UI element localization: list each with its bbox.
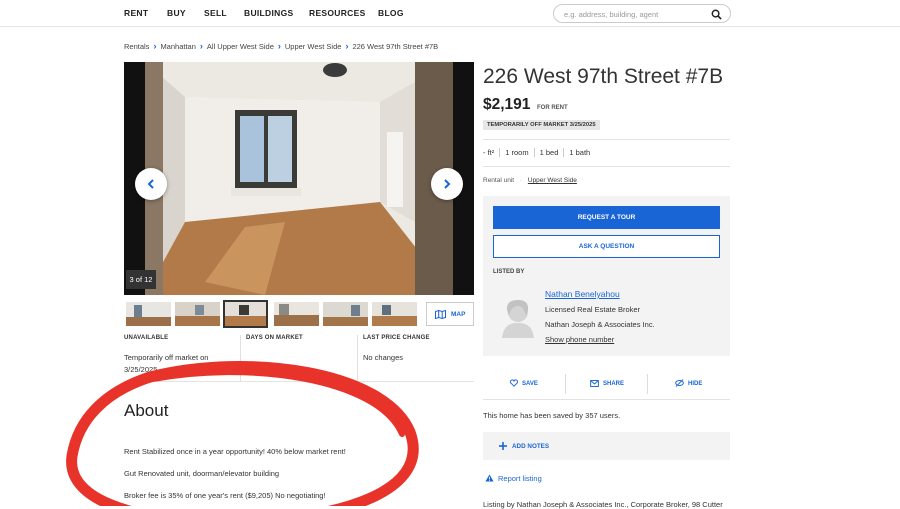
breadcrumb-separator-icon: › — [345, 41, 349, 51]
action-bar: SAVE SHARE HIDE — [483, 370, 730, 398]
map-button-label: MAP — [451, 311, 466, 318]
agent-name-link[interactable]: Nathan Benelyahou — [545, 289, 620, 299]
unit-type: Rental unit — [483, 177, 515, 184]
nav-sell[interactable]: SELL — [204, 8, 227, 18]
about-line: Rent Stabilized once in a year opportuni… — [124, 447, 346, 456]
fact-unavailable: UNAVAILABLE Temporarily off market on 3/… — [124, 335, 239, 381]
divider — [483, 399, 730, 400]
save-label: SAVE — [522, 381, 538, 387]
photo-gallery — [124, 62, 474, 295]
fact-unavailable-value: Temporarily off market on 3/25/2025 — [124, 353, 209, 374]
divider — [565, 374, 566, 394]
report-listing-label: Report listing — [498, 474, 542, 483]
add-notes-label: ADD NOTES — [512, 443, 550, 450]
about-line: Broker fee is 35% of one year's rent ($9… — [124, 491, 326, 500]
save-button[interactable]: SAVE — [509, 370, 538, 398]
spec-beds: 1 bed — [533, 148, 564, 157]
hide-button[interactable]: HIDE — [675, 370, 702, 398]
price-suffix: FOR RENT — [537, 105, 568, 111]
divider — [357, 335, 358, 381]
divider — [483, 139, 730, 140]
share-button[interactable]: SHARE — [590, 370, 624, 398]
thumbnail-active[interactable] — [223, 300, 268, 328]
unit-type-line: Rental unit · Upper West Side — [483, 177, 577, 184]
share-label: SHARE — [603, 381, 625, 387]
thumbnail[interactable] — [323, 302, 368, 326]
status-badge: TEMPORARILY OFF MARKET 3/25/2025 — [483, 120, 600, 130]
request-tour-button[interactable]: REQUEST A TOUR — [493, 206, 720, 229]
warning-icon — [485, 474, 494, 482]
thumbnail[interactable] — [126, 302, 171, 326]
divider — [240, 335, 241, 381]
search-box — [553, 4, 731, 23]
about-heading: About — [124, 401, 169, 420]
breadcrumb-all-uws[interactable]: All Upper West Side — [207, 42, 274, 51]
spec-rooms: 1 room — [499, 148, 534, 157]
search-icon[interactable] — [711, 9, 722, 20]
top-nav: RENT BUY SELL BUILDINGS RESOURCES BLOG — [0, 0, 900, 27]
nav-rent[interactable]: RENT — [124, 8, 148, 18]
add-notes-button[interactable]: ADD NOTES — [483, 432, 730, 460]
thumbnail[interactable] — [175, 302, 220, 326]
gallery-next-button[interactable] — [431, 168, 463, 200]
show-phone-link[interactable]: Show phone number — [545, 335, 614, 344]
hide-icon — [675, 379, 684, 388]
fact-last-price-change: LAST PRICE CHANGE No changes — [363, 335, 473, 381]
neighborhood-link[interactable]: Upper West Side — [528, 177, 577, 184]
contact-panel: REQUEST A TOUR ASK A QUESTION LISTED BY … — [483, 196, 730, 356]
envelope-icon — [590, 379, 599, 387]
hide-label: HIDE — [688, 381, 703, 387]
breadcrumb: Rentals › Manhattan › All Upper West Side › Up… — [124, 41, 438, 51]
divider — [124, 381, 474, 382]
about-line: Gut Renovated unit, doorman/elevator bui… — [124, 469, 280, 478]
fact-days-on-market: DAYS ON MARKET — [246, 335, 356, 381]
divider — [647, 374, 648, 394]
listed-by-label: LISTED BY — [493, 269, 525, 275]
listing-credit: Listing by Nathan Joseph & Associates In… — [483, 500, 723, 509]
listing-price: $2,191 — [483, 96, 531, 113]
agent-title: Licensed Real Estate Broker — [545, 305, 641, 314]
agent-company: Nathan Joseph & Associates Inc. — [545, 320, 655, 329]
nav-blog[interactable]: BLOG — [378, 8, 404, 18]
ask-question-button[interactable]: ASK A QUESTION — [493, 235, 720, 258]
breadcrumb-uws[interactable]: Upper West Side — [285, 42, 342, 51]
breadcrumb-rentals[interactable]: Rentals — [124, 42, 149, 51]
nav-resources[interactable]: RESOURCES — [309, 8, 366, 18]
fact-lpc-label: LAST PRICE CHANGE — [363, 335, 430, 341]
agent-avatar — [502, 300, 534, 338]
plus-icon — [499, 442, 507, 450]
listing-specs: - ft² 1 room 1 bed 1 bath — [483, 148, 596, 157]
map-icon — [435, 310, 446, 319]
spec-baths: 1 bath — [563, 148, 596, 157]
breadcrumb-separator-icon: › — [153, 41, 157, 51]
fact-dom-label: DAYS ON MARKET — [246, 335, 303, 341]
heart-icon — [509, 379, 519, 388]
photo-counter: 3 of 12 — [126, 270, 156, 289]
chevron-left-icon — [147, 179, 154, 189]
thumbnail-strip: MAP — [124, 300, 474, 328]
breadcrumb-separator-icon: › — [277, 41, 281, 51]
listing-photo[interactable] — [145, 62, 453, 295]
thumbnail[interactable] — [372, 302, 417, 326]
divider — [483, 166, 730, 167]
saved-count-text: This home has been saved by 357 users. — [483, 411, 621, 420]
gallery-prev-button[interactable] — [135, 168, 167, 200]
fact-lpc-value: No changes — [363, 353, 404, 362]
dot-separator: · — [519, 177, 523, 184]
fact-unavailable-label: UNAVAILABLE — [124, 335, 169, 341]
breadcrumb-current: 226 West 97th Street #7B — [352, 42, 439, 51]
chevron-right-icon — [444, 179, 451, 189]
nav-buy[interactable]: BUY — [167, 8, 186, 18]
thumbnail[interactable] — [274, 302, 319, 326]
map-button[interactable]: MAP — [426, 302, 474, 326]
listing-address: 226 West 97th Street #7B — [483, 65, 724, 88]
report-listing-link[interactable]: Report listing — [485, 474, 542, 483]
search-input[interactable] — [564, 8, 704, 20]
spec-sqft: - ft² — [483, 148, 495, 157]
listing-facts: UNAVAILABLE Temporarily off market on 3/… — [124, 335, 474, 381]
breadcrumb-separator-icon: › — [199, 41, 203, 51]
breadcrumb-manhattan[interactable]: Manhattan — [160, 42, 195, 51]
nav-buildings[interactable]: BUILDINGS — [244, 8, 293, 18]
